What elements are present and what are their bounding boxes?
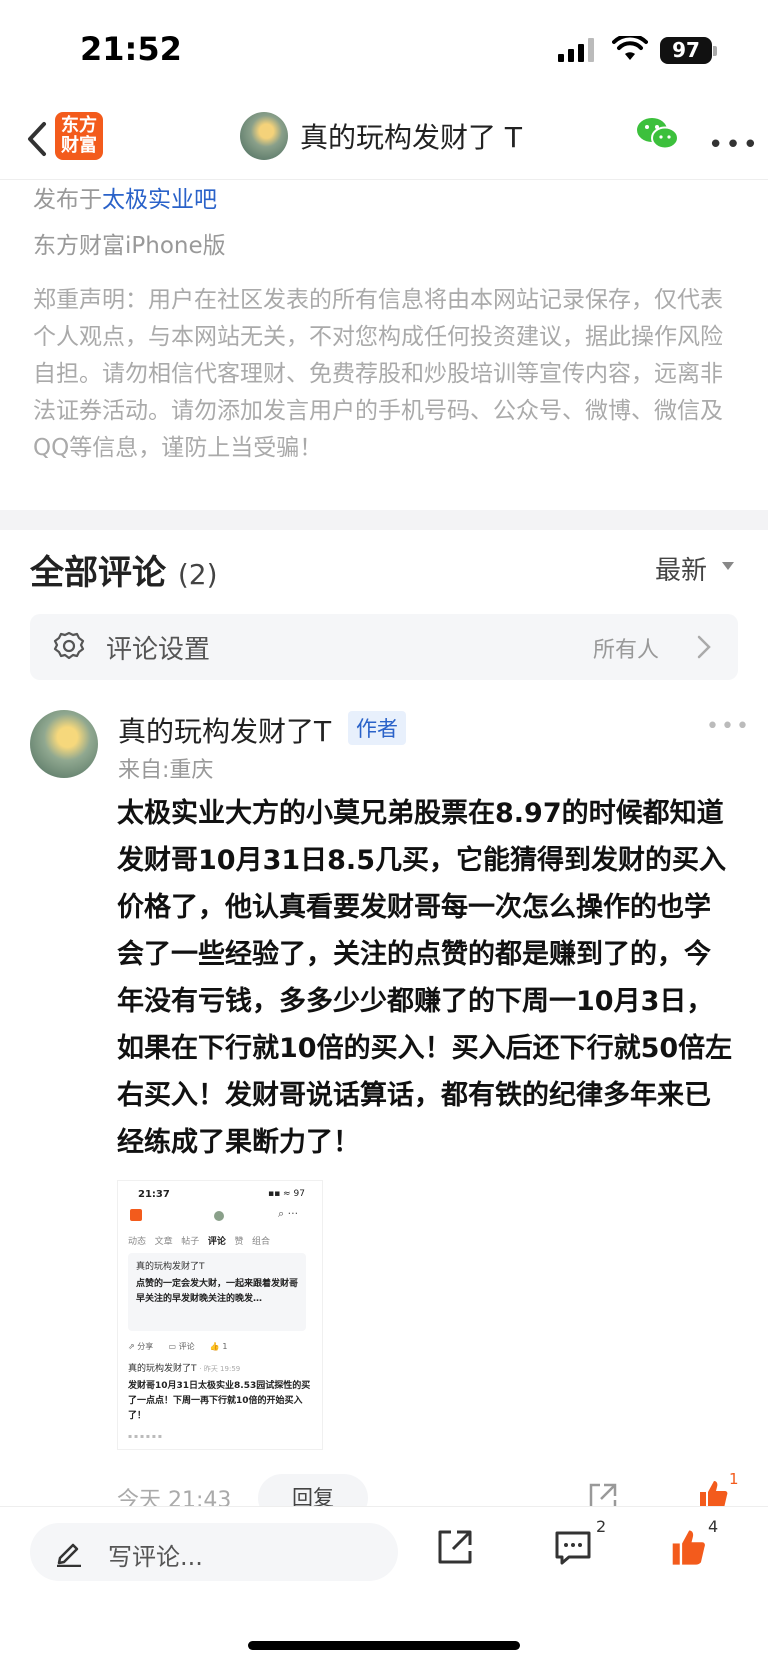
comment-input[interactable]: 写评论...	[30, 1523, 398, 1581]
comment-like-count: 1	[729, 1470, 739, 1488]
cellular-signal-icon	[558, 38, 594, 62]
comments-count: (2)	[177, 558, 218, 591]
section-divider	[0, 510, 768, 530]
disclaimer-text: 郑重声明：用户在社区发表的所有信息将由本网站记录保存，仅代表个人观点，与本网站无…	[33, 287, 723, 461]
thumb-tab: 赞	[234, 1237, 244, 1247]
nav-bar: 东方财富 真的玩构发财了 T •••	[0, 100, 768, 180]
published-prefix: 发布于	[33, 187, 102, 213]
share-icon[interactable]	[435, 1527, 475, 1567]
chevron-right-icon	[697, 635, 711, 659]
comment-count: 2	[596, 1517, 607, 1536]
device-source: 东方财富iPhone版	[33, 233, 226, 259]
thumb-post-name: 真的玩构发财了T · 昨天 19:59	[128, 1361, 240, 1374]
comment-location: 来自:重庆	[118, 758, 214, 783]
thumb-post-text: 发财哥10月31日太极实业8.53园试探性的买了一点点！下周一再下行就10倍的开…	[128, 1381, 311, 1421]
home-indicator	[248, 1641, 520, 1650]
wechat-icon[interactable]	[636, 116, 680, 152]
thumb-action: 分享	[137, 1342, 154, 1351]
thumb-post-time: · 昨天 19:59	[199, 1365, 241, 1373]
caret-down-icon[interactable]	[722, 562, 734, 570]
commenter-name[interactable]: 真的玩构发财了T	[118, 710, 331, 750]
like-count: 4	[708, 1517, 719, 1536]
comments-title: 全部评论 (2)	[30, 545, 218, 594]
status-time: 21:52	[80, 30, 182, 68]
comment-more-icon[interactable]: •••	[706, 714, 751, 739]
thumb-card-text: 点赞的一定会发大财，一起来跟着发财哥早关注的早发财晚关注的晚发…	[136, 1279, 299, 1304]
like-icon[interactable]	[668, 1527, 708, 1567]
comments-title-text: 全部评论	[30, 553, 166, 593]
comment-body: 太极实业大方的小莫兄弟股票在8.97的时候都知道发财哥10月31日8.5几买，它…	[117, 798, 733, 1158]
author-badge: 作者	[348, 711, 406, 745]
comment-icon[interactable]	[553, 1529, 593, 1567]
thumb-card: 真的玩构发财了T 点赞的一定会发大财，一起来跟着发财哥早关注的早发财晚关注的晚发…	[128, 1253, 306, 1331]
author-avatar[interactable]	[240, 112, 288, 160]
status-bar: 21:52 97	[0, 0, 768, 100]
thumb-tab: 组合	[252, 1237, 271, 1247]
thumb-search-icon: ⌕ ···	[278, 1207, 299, 1220]
published-in: 发布于太极实业吧	[33, 180, 217, 214]
thumb-card-name: 真的玩构发财了T	[136, 1262, 205, 1272]
thumb-faded-row: ▪ ▪ ▪ ▪ ▪ ▪	[128, 1433, 162, 1440]
thumb-status-icons: ▪▪ ≈ 97	[268, 1189, 305, 1199]
comment-settings-row[interactable]: 评论设置 所有人	[30, 614, 738, 680]
comment-image[interactable]: 21:37 ▪▪ ≈ 97 ⌕ ··· 动态 文章 帖子 评论 赞 组合 真的玩…	[117, 1180, 323, 1450]
wifi-icon	[612, 36, 648, 60]
thumb-actions: ⇗ 分享 ▭ 评论 👍 1	[128, 1342, 228, 1351]
thumb-avatar	[214, 1211, 224, 1221]
thumb-tabs: 动态 文章 帖子 评论 赞 组合	[128, 1234, 270, 1247]
back-arrow-icon[interactable]	[18, 114, 58, 164]
thumb-action: 评论	[178, 1342, 195, 1351]
page-title[interactable]: 真的玩构发财了 T	[300, 116, 522, 156]
sort-selector[interactable]: 最新	[655, 550, 707, 587]
thumb-action: 1	[222, 1342, 228, 1351]
thumb-tab-active: 评论	[207, 1237, 226, 1247]
thumb-logo	[130, 1209, 142, 1221]
battery-icon: 97	[660, 37, 712, 64]
app-logo[interactable]: 东方财富	[55, 112, 103, 160]
more-options-icon[interactable]: •••	[708, 130, 760, 160]
thumb-tab: 动态	[128, 1237, 147, 1247]
pencil-icon	[57, 1543, 81, 1567]
bottom-bar: 写评论... 2 4	[0, 1506, 768, 1663]
thumb-time: 21:37	[138, 1189, 170, 1200]
commenter-avatar[interactable]	[30, 710, 98, 778]
comment-placeholder: 写评论...	[108, 1543, 203, 1571]
forum-link[interactable]: 太极实业吧	[102, 187, 217, 213]
gear-icon	[53, 631, 85, 660]
thumb-tab: 文章	[154, 1237, 173, 1247]
comment-settings-value: 所有人	[593, 638, 660, 663]
thumb-battery: 97	[293, 1189, 305, 1199]
thumb-post-author: 真的玩构发财了T	[128, 1364, 197, 1374]
battery-nub	[713, 46, 717, 56]
comment-settings-label: 评论设置	[106, 635, 211, 665]
thumb-tab: 帖子	[181, 1237, 200, 1247]
